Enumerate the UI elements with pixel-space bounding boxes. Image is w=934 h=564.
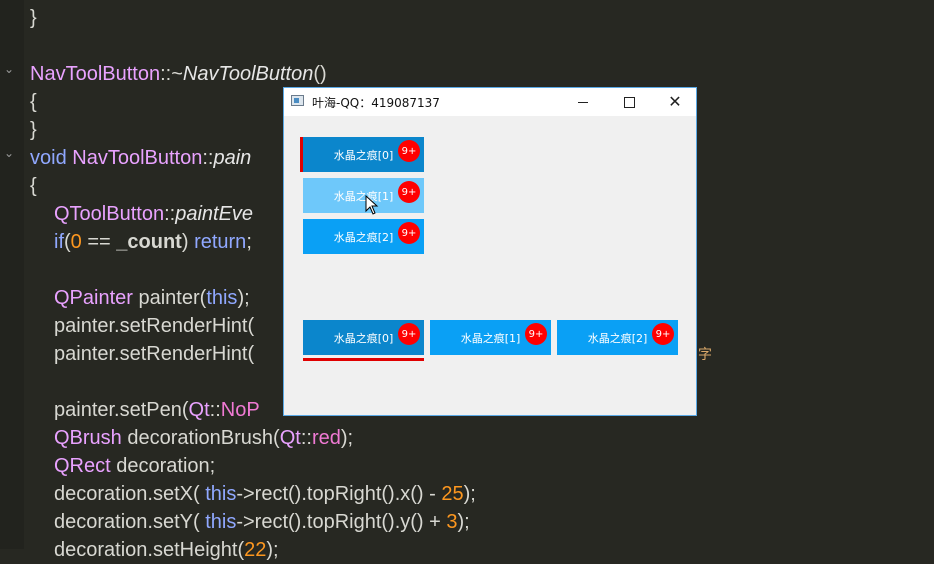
code-line: { <box>30 91 37 113</box>
nav-button-label: 水晶之痕[0] <box>333 148 394 162</box>
code-line: } <box>30 119 37 141</box>
nav-button-label: 水晶之痕[1] <box>333 189 394 203</box>
code-line: QRect decoration; <box>54 455 216 477</box>
maximize-button[interactable] <box>606 88 652 116</box>
nav-button-label: 水晶之痕[0] <box>333 331 394 345</box>
notification-badge: 9+ <box>398 181 420 203</box>
nav-button-label: 水晶之痕[2] <box>333 230 394 244</box>
fold-chevron-icon[interactable]: ⌄ <box>4 62 14 76</box>
nav-button-label: 水晶之痕[2] <box>587 331 648 345</box>
code-line: if(0 == _count) return; <box>54 231 252 253</box>
code-line: } <box>30 7 37 29</box>
code-line: { <box>30 175 37 197</box>
notification-badge: 9+ <box>398 140 420 162</box>
fold-chevron-icon[interactable]: ⌄ <box>4 146 14 160</box>
checked-indicator-horizontal <box>303 358 424 361</box>
maximize-icon <box>623 96 635 108</box>
code-line: painter.setRenderHint( <box>54 315 255 337</box>
close-icon: ✕ <box>668 92 682 111</box>
close-button[interactable]: ✕ <box>652 88 698 116</box>
code-line: decoration.setX( this->rect().topRight()… <box>54 483 476 505</box>
code-line: painter.setRenderHint( <box>54 343 255 365</box>
notification-badge: 9+ <box>525 323 547 345</box>
notification-badge: 9+ <box>398 222 420 244</box>
notification-badge: 9+ <box>398 323 420 345</box>
mouse-cursor-icon <box>365 195 379 215</box>
code-line: QToolButton::paintEve <box>54 203 254 225</box>
code-line: painter.setPen(Qt::NoP <box>54 399 260 421</box>
code-line: QBrush decorationBrush(Qt::red); <box>54 427 354 449</box>
window-title: 叶海-QQ：419087137 <box>312 96 440 110</box>
code-line: NavToolButton::~NavToolButton() <box>30 63 327 85</box>
trailing-comment: 字 <box>698 346 712 362</box>
code-line: decoration.setY( this->rect().topRight()… <box>54 511 470 533</box>
minimize-button[interactable] <box>560 88 606 116</box>
notification-badge: 9+ <box>652 323 674 345</box>
app-window: 叶海-QQ：419087137 ✕ 水晶之痕[0] 9+ 水晶之痕[1] 9+ … <box>283 87 697 416</box>
title-bar[interactable]: 叶海-QQ：419087137 ✕ <box>284 88 696 116</box>
code-line: void NavToolButton::pain <box>30 147 252 169</box>
minimize-icon <box>578 101 588 103</box>
app-window-icon <box>291 95 304 106</box>
nav-button-label: 水晶之痕[1] <box>460 331 521 345</box>
code-line: decoration.setHeight(22); <box>54 539 279 561</box>
code-line: QPainter painter(this); <box>54 287 250 309</box>
